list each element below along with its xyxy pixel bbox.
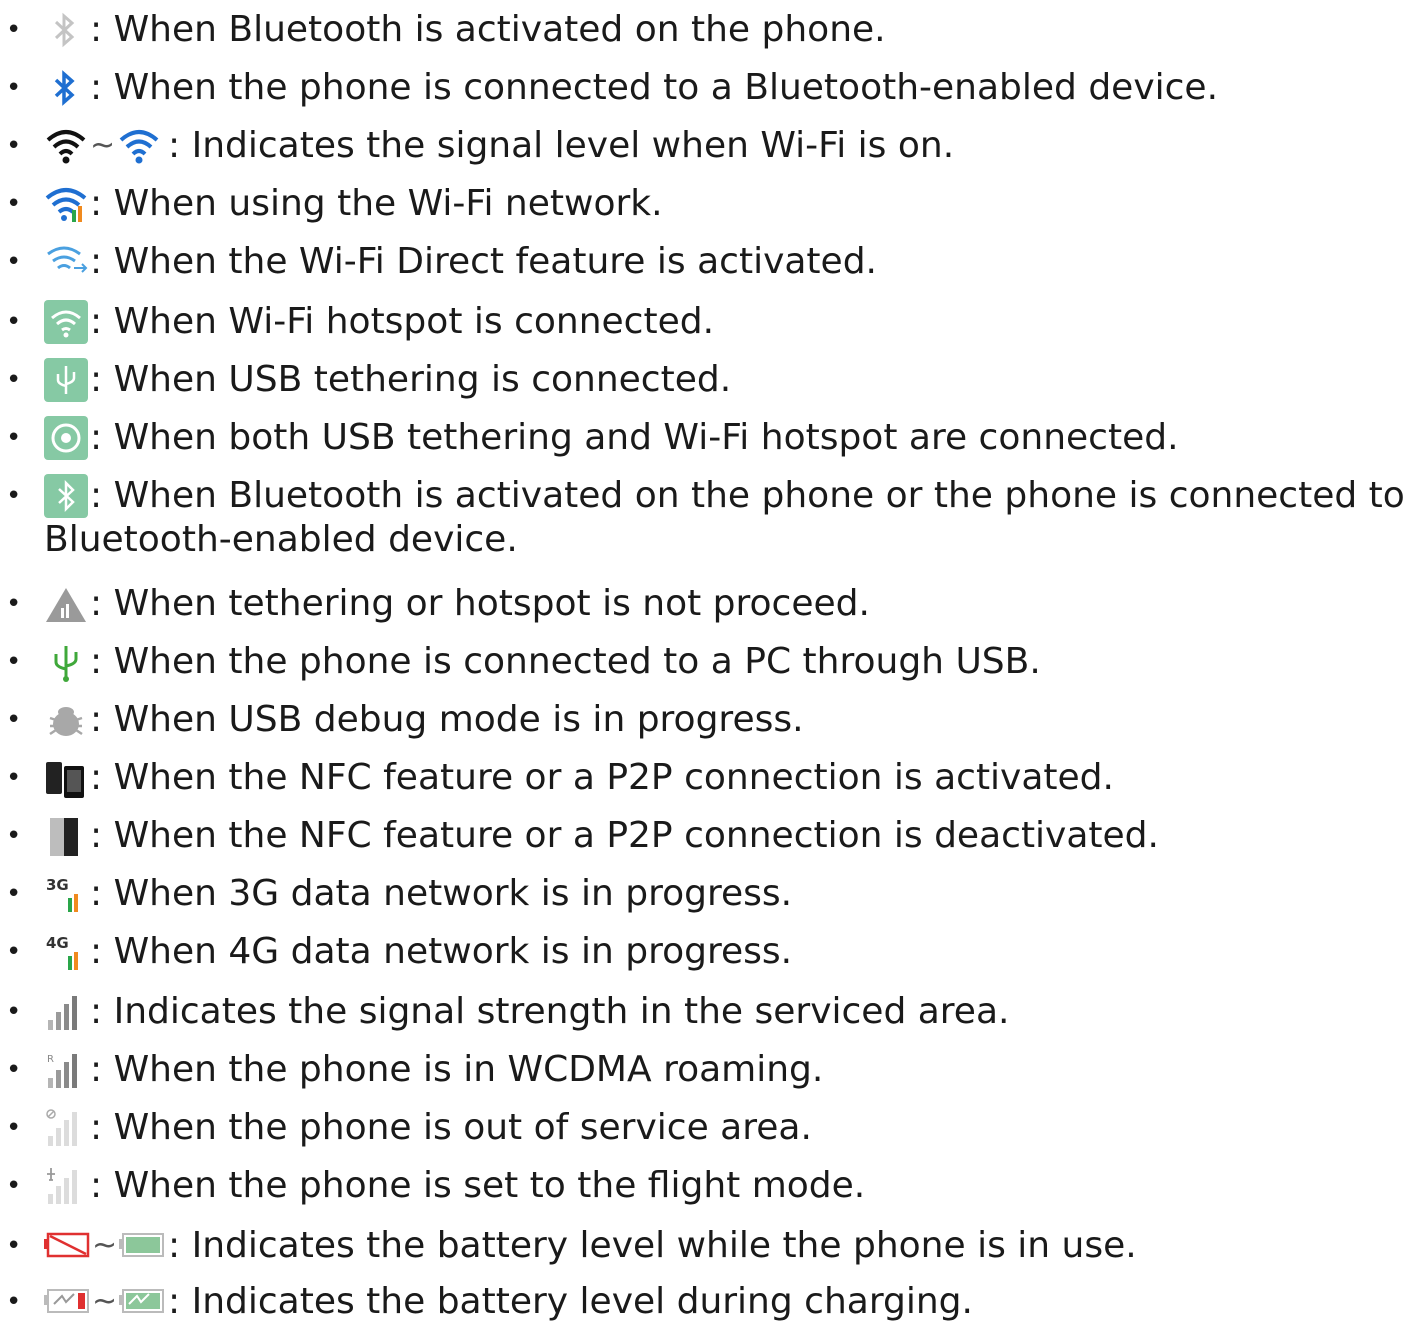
item-text: : When using the Wi-Fi network. (90, 183, 663, 224)
bullet: • (6, 307, 22, 337)
item-text: : When the phone is out of service area. (90, 1107, 812, 1148)
bullet: • (6, 1055, 22, 1085)
roaming-badge: R (47, 1054, 54, 1065)
bullet: • (6, 1113, 22, 1143)
battery-charging-full-icon (119, 1289, 165, 1313)
flight-mode-icon (44, 1166, 88, 1206)
bluetooth-tethering-icon (44, 474, 88, 518)
item-text: : When the NFC feature or a P2P connecti… (90, 757, 1114, 798)
item-text: : Indicates the battery level during cha… (168, 1281, 973, 1322)
bullet: • (6, 705, 22, 735)
item-text: : When 3G data network is in progress. (90, 873, 793, 914)
item-text: : When the phone is in WCDMA roaming. (90, 1049, 824, 1090)
bullet: • (6, 763, 22, 793)
bullet: • (6, 1171, 22, 1201)
wifi-hotspot-icon (44, 300, 88, 344)
bullet: • (6, 423, 22, 453)
item-text: : When Wi-Fi hotspot is connected. (90, 301, 715, 342)
bullet: • (6, 73, 22, 103)
bullet: • (6, 1287, 22, 1317)
bullet: • (6, 937, 22, 967)
wifi-in-use-icon (44, 184, 88, 224)
item-text: : When tethering or hotspot is not proce… (90, 583, 870, 624)
battery-charging-low-icon (44, 1289, 89, 1313)
item-text: : When Bluetooth is activated on the pho… (90, 475, 1403, 516)
bullet: • (6, 997, 22, 1027)
bullet: • (6, 15, 22, 45)
tethering-warning-icon (44, 584, 88, 624)
item-text-continued: Bluetooth-enabled device. (44, 519, 518, 560)
item-text: : Indicates the battery level while the … (168, 1225, 1137, 1266)
signal-strength-icon (44, 992, 88, 1032)
bullet: • (6, 1231, 22, 1261)
3g-data-icon: 3G (44, 874, 88, 914)
item-text: : When the Wi-Fi Direct feature is activ… (90, 241, 877, 282)
usb-tethering-icon (44, 358, 88, 402)
network-badge: 3G (46, 876, 69, 894)
range-separator: ~ (92, 1228, 118, 1263)
network-badge: 4G (46, 934, 69, 952)
bullet: • (6, 131, 22, 161)
bullet: • (6, 821, 22, 851)
item-text: : When USB debug mode is in progress. (90, 699, 804, 740)
battery-full-icon (119, 1233, 165, 1257)
usb-debug-icon (44, 700, 88, 740)
roaming-signal-icon: R (44, 1050, 88, 1090)
bullet: • (6, 589, 22, 619)
item-text: : When 4G data network is in progress. (90, 931, 793, 972)
item-text: : When both USB tethering and Wi-Fi hots… (90, 417, 1179, 458)
item-text: : When USB tethering is connected. (90, 359, 732, 400)
item-text: : When the NFC feature or a P2P connecti… (90, 815, 1159, 856)
range-separator: ~ (90, 128, 116, 163)
usb-wifi-tethering-icon (44, 416, 88, 460)
wifi-direct-icon (44, 242, 88, 282)
item-text: : Indicates the signal strength in the s… (90, 991, 1010, 1032)
nfc-inactive-icon (44, 816, 88, 856)
bullet: • (6, 189, 22, 219)
battery-empty-icon (44, 1232, 90, 1258)
item-text: : Indicates the signal level when Wi-Fi … (168, 125, 955, 166)
usb-connected-icon (44, 642, 88, 682)
wifi-signal-black-icon (46, 130, 86, 164)
bullet: • (6, 879, 22, 909)
bluetooth-connected-blue-icon (44, 68, 84, 108)
item-text: : When Bluetooth is activated on the pho… (90, 9, 886, 50)
4g-data-icon: 4G (44, 932, 88, 972)
wifi-signal-blue-icon (119, 130, 159, 164)
no-service-icon (44, 1108, 88, 1148)
item-text: : When the phone is set to the flight mo… (90, 1165, 866, 1206)
item-text: : When the phone is connected to a Bluet… (90, 67, 1219, 108)
range-separator: ~ (92, 1284, 118, 1319)
bullet: • (6, 647, 22, 677)
bullet: • (6, 481, 22, 511)
bullet: • (6, 365, 22, 395)
nfc-active-icon (44, 758, 88, 798)
bluetooth-on-gray-icon (44, 10, 84, 50)
item-text: : When the phone is connected to a PC th… (90, 641, 1041, 682)
bullet: • (6, 247, 22, 277)
